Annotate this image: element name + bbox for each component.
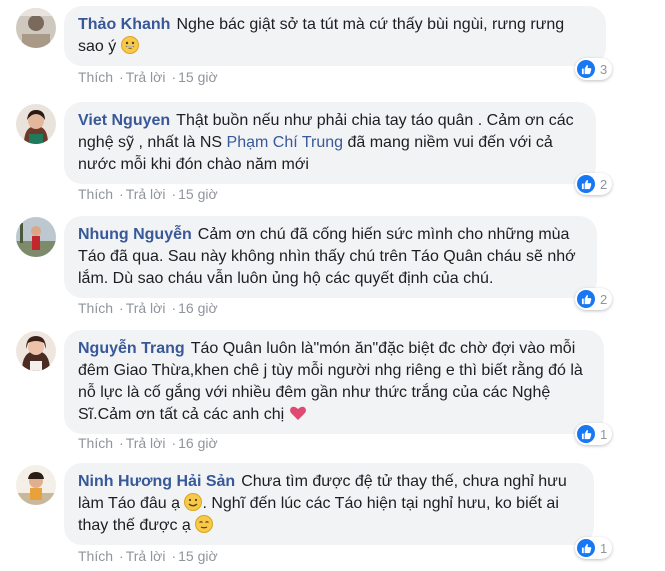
avatar[interactable] (16, 8, 56, 48)
avatar[interactable] (16, 331, 56, 371)
reaction-count[interactable]: 2 (575, 173, 613, 195)
like-link[interactable]: Thích (78, 186, 113, 202)
reply-link[interactable]: Trả lời (126, 300, 166, 316)
heart-icon (289, 404, 307, 422)
reaction-number: 3 (600, 61, 608, 77)
comment-bubble: Ninh Hương Hải Sản Chưa tìm được đệ tử th… (64, 463, 594, 545)
separator-dot: · (119, 435, 124, 451)
avatar[interactable] (16, 104, 56, 144)
separator-dot: · (171, 548, 177, 564)
thumbs-up-icon (577, 175, 595, 193)
comment-author[interactable]: Nhung Nguyễn (78, 226, 192, 243)
comment-actions: Thích · Trả lời · 15 giờ (78, 186, 222, 202)
thumbs-up-icon (577, 290, 595, 308)
grinning-face-icon (120, 36, 139, 54)
reaction-number: 2 (600, 176, 608, 192)
comment-bubble: Nhung Nguyễn Cảm ơn chú đã cống hiến sức … (64, 216, 597, 298)
comment-author[interactable]: Thảo Khanh (78, 16, 170, 33)
separator-dot: · (171, 69, 177, 85)
avatar[interactable] (16, 217, 56, 257)
thumbs-up-icon (577, 539, 595, 557)
comment-time[interactable]: 16 giờ (178, 300, 218, 316)
thumbs-up-icon (577, 425, 595, 443)
comment-author[interactable]: Nguyễn Trang (78, 340, 185, 357)
comment-bubble: Nguyễn Trang Táo Quân luôn là"món ăn"đặc … (64, 330, 604, 434)
smiling-face-icon (184, 493, 203, 511)
reaction-number: 1 (600, 426, 608, 442)
separator-dot: · (171, 300, 177, 316)
comment-bubble: Viet Nguyen Thật buồn nếu như phải chia t… (64, 102, 596, 184)
comment-time[interactable]: 15 giờ (178, 548, 218, 564)
comment-actions: Thích · Trả lời · 15 giờ (78, 548, 222, 564)
separator-dot: · (119, 186, 124, 202)
comment-actions: Thích · Trả lời · 16 giờ (78, 300, 222, 316)
like-link[interactable]: Thích (78, 300, 113, 316)
separator-dot: · (119, 300, 124, 316)
reply-link[interactable]: Trả lời (126, 435, 166, 451)
thumbs-up-icon (577, 60, 595, 78)
reply-link[interactable]: Trả lời (126, 186, 166, 202)
like-link[interactable]: Thích (78, 548, 113, 564)
reaction-number: 2 (600, 291, 608, 307)
separator-dot: · (119, 69, 124, 85)
comment-time[interactable]: 16 giờ (178, 435, 218, 451)
like-link[interactable]: Thích (78, 69, 113, 85)
reaction-number: 1 (600, 540, 608, 556)
comment-actions: Thích · Trả lời · 15 giờ (78, 69, 222, 85)
comment-bubble: Thảo Khanh Nghe bác giật sở ta tút mà cứ … (64, 6, 606, 66)
comment-time[interactable]: 15 giờ (178, 186, 218, 202)
like-link[interactable]: Thích (78, 435, 113, 451)
comment-time[interactable]: 15 giờ (178, 69, 218, 85)
comment-actions: Thích · Trả lời · 16 giờ (78, 435, 222, 451)
reaction-count[interactable]: 3 (575, 58, 613, 80)
reaction-count[interactable]: 2 (575, 288, 613, 310)
avatar[interactable] (16, 465, 56, 505)
reaction-count[interactable]: 1 (575, 423, 613, 445)
relieved-face-icon (195, 515, 214, 533)
comment-author[interactable]: Viet Nguyen (78, 112, 170, 129)
reaction-count[interactable]: 1 (575, 537, 613, 559)
reply-link[interactable]: Trả lời (126, 548, 166, 564)
comment-author[interactable]: Ninh Hương Hải Sản (78, 473, 235, 490)
separator-dot: · (119, 548, 124, 564)
mentioned-user-link[interactable]: Phạm Chí Trung (227, 134, 344, 151)
separator-dot: · (171, 186, 177, 202)
separator-dot: · (171, 435, 177, 451)
reply-link[interactable]: Trả lời (126, 69, 166, 85)
